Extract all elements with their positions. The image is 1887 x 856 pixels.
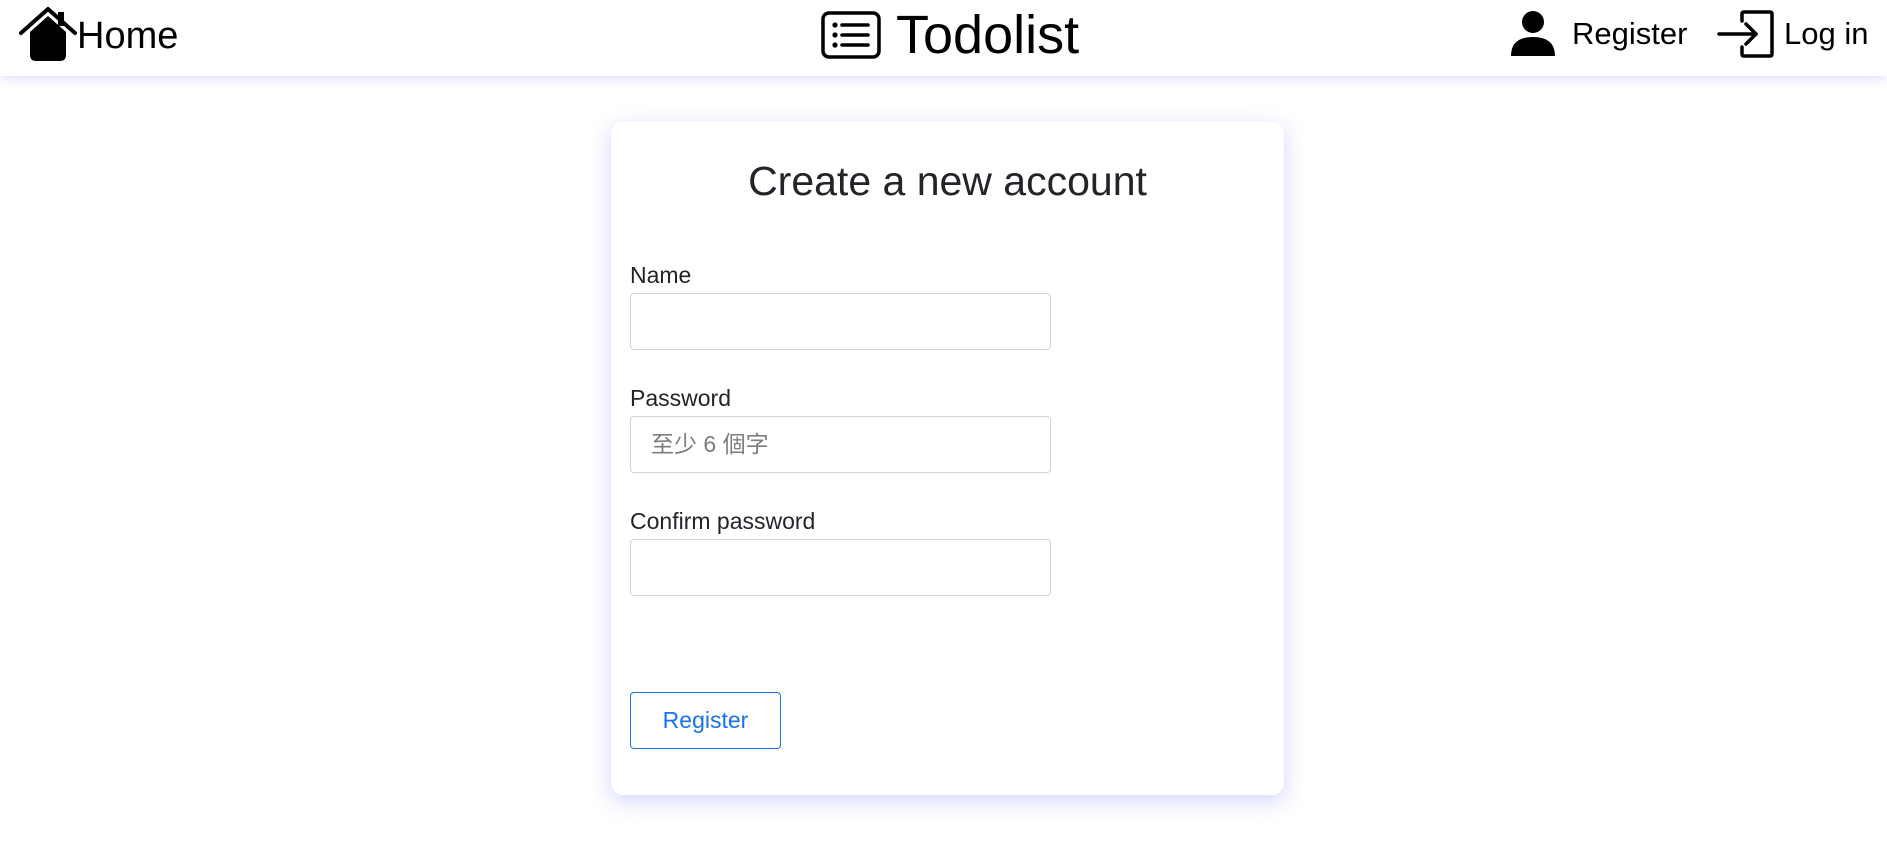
login-icon	[1717, 10, 1774, 58]
name-label: Name	[630, 262, 692, 288]
name-field[interactable]	[630, 293, 1051, 350]
brand: Todolist	[820, 4, 1079, 66]
list-icon	[821, 11, 881, 59]
nav-home-link[interactable]: Home	[18, 6, 178, 62]
register-button[interactable]: Register	[630, 692, 781, 749]
nav-home-label: Home	[77, 14, 179, 57]
nav-login-label: Log in	[1784, 16, 1869, 51]
register-card: Create a new account Name Password Confi…	[611, 122, 1284, 795]
confirm-password-label: Confirm password	[630, 508, 816, 534]
page-title: Create a new account	[748, 158, 1147, 204]
confirm-password-field[interactable]	[630, 539, 1051, 596]
person-icon	[1511, 11, 1555, 56]
brand-title: Todolist	[896, 5, 1080, 65]
top-navbar: Home Todolist Register Log in	[0, 0, 1887, 76]
nav-register-link[interactable]: Register	[1508, 8, 1687, 60]
password-label: Password	[630, 385, 731, 411]
home-icon	[19, 7, 77, 61]
password-field[interactable]	[630, 416, 1051, 473]
nav-register-label: Register	[1572, 16, 1688, 51]
nav-login-link[interactable]: Log in	[1716, 8, 1868, 60]
